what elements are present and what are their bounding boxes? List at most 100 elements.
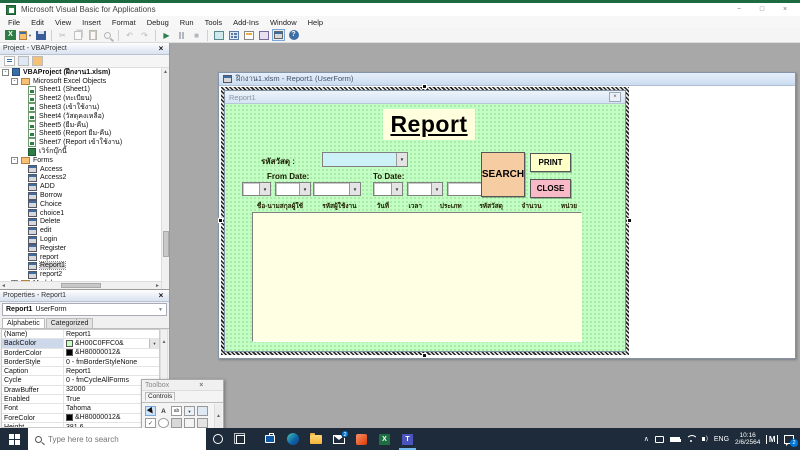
chevron-down-icon[interactable]: ▼	[431, 183, 442, 195]
close-form-button[interactable]: CLOSE	[530, 179, 571, 198]
scroll-up-icon[interactable]: ▲	[162, 339, 167, 345]
collapse-icon[interactable]: -	[2, 69, 9, 76]
to-month-combobox[interactable]: ▼	[407, 182, 443, 196]
scrollbar-thumb[interactable]	[163, 231, 169, 257]
userform-report1[interactable]: Report1 × Report รหัสวัสดุ : ▼	[224, 90, 626, 352]
toggle-folders-button[interactable]	[32, 56, 43, 66]
combobox-tool[interactable]: ▼	[184, 406, 195, 416]
resize-handle-right[interactable]	[627, 218, 632, 223]
menu-format[interactable]: Format	[112, 18, 136, 27]
mail-button[interactable]: 2	[327, 428, 350, 450]
tray-network-button[interactable]	[686, 435, 696, 443]
tree-item-edit[interactable]: edit	[0, 226, 161, 235]
tree-item-access[interactable]: Access	[0, 165, 161, 174]
close-icon[interactable]: ×	[609, 92, 621, 102]
select-pointer-tool[interactable]	[145, 406, 156, 416]
tree-item-thisworkbook[interactable]: เวิร์กบุ๊กนี้	[0, 147, 161, 156]
close-button[interactable]: ×	[776, 4, 794, 15]
menu-file[interactable]: File	[8, 18, 20, 27]
insert-userform-button[interactable]: ▼	[19, 29, 32, 41]
view-excel-button[interactable]	[4, 29, 17, 41]
tree-item-register[interactable]: Register	[0, 244, 161, 253]
chevron-down-icon[interactable]: ▼	[259, 183, 270, 195]
tab-alphabetic[interactable]: Alphabetic	[2, 318, 45, 328]
help-button[interactable]: ?	[287, 29, 300, 41]
cut-button[interactable]: ✂	[56, 29, 69, 41]
property-row-drawbuffer[interactable]: DrawBuffer32000	[2, 386, 159, 395]
minimize-button[interactable]: −	[730, 4, 748, 15]
scroll-up-icon[interactable]: ▲	[163, 68, 168, 76]
menu-view[interactable]: View	[55, 18, 71, 27]
property-row-name[interactable]: (Name)Report1	[2, 330, 159, 339]
office-button[interactable]	[350, 428, 373, 450]
property-row-backcolor[interactable]: BackColor&H00C0FFC0&▼	[2, 339, 159, 348]
optionbutton-tool[interactable]	[158, 418, 169, 428]
menu-edit[interactable]: Edit	[31, 18, 44, 27]
property-row-forecolor[interactable]: ForeColor&H80000012&	[2, 414, 159, 423]
taskbar-search-box[interactable]	[28, 428, 206, 450]
results-listbox[interactable]	[252, 212, 582, 342]
tree-item-choice1[interactable]: choice1	[0, 209, 161, 218]
toolbox-controls-tab[interactable]: Controls	[142, 391, 223, 403]
property-row-font[interactable]: FontTahoma	[2, 404, 159, 413]
togglebutton-tool[interactable]	[171, 418, 182, 428]
break-button[interactable]	[175, 29, 188, 41]
properties-window-button[interactable]	[242, 29, 255, 41]
menu-addins[interactable]: Add-Ins	[233, 18, 259, 27]
print-button[interactable]: PRINT	[530, 153, 571, 172]
paste-button[interactable]	[86, 29, 99, 41]
tree-item-sheet7[interactable]: Sheet7 (Report เข้าใช้งาน)	[0, 138, 161, 147]
tray-volume-button[interactable]: )	[702, 436, 708, 442]
task-view-button[interactable]	[229, 428, 252, 450]
tree-item-report[interactable]: report	[0, 253, 161, 262]
object-browser-button[interactable]	[257, 29, 270, 41]
undo-button[interactable]: ↶	[123, 29, 136, 41]
tree-item-add[interactable]: ADD	[0, 182, 161, 191]
microsoft-store-button[interactable]	[258, 428, 281, 450]
chevron-down-icon[interactable]: ▼	[299, 183, 310, 195]
tree-group-forms[interactable]: - Forms	[0, 156, 161, 165]
copy-button[interactable]	[71, 29, 84, 41]
save-button[interactable]	[34, 29, 47, 41]
tree-item-access2[interactable]: Access2	[0, 174, 161, 183]
action-center-button[interactable]: 2	[784, 435, 794, 444]
tray-m-app-icon[interactable]: M	[766, 435, 778, 444]
close-icon[interactable]: ×	[183, 382, 221, 389]
userform-selection-frame[interactable]: Report1 × Report รหัสวัสดุ : ▼	[221, 87, 629, 355]
tab-categorized[interactable]: Categorized	[46, 318, 94, 328]
tree-item-vbaproject[interactable]: - VBAProject (ฝึกงาน1.xlsm)	[0, 68, 161, 77]
property-row-caption[interactable]: CaptionReport1	[2, 367, 159, 376]
resize-handle-left[interactable]	[218, 218, 223, 223]
from-year-combobox[interactable]: ▼	[313, 182, 361, 196]
property-row-enabled[interactable]: EnabledTrue	[2, 395, 159, 404]
tree-item-choice[interactable]: Choice	[0, 200, 161, 209]
menu-run[interactable]: Run	[180, 18, 194, 27]
label-tool[interactable]: A	[158, 406, 169, 416]
menu-insert[interactable]: Insert	[82, 18, 101, 27]
close-icon[interactable]: ×	[156, 44, 166, 53]
tree-item-borrow[interactable]: Borrow	[0, 191, 161, 200]
scroll-up-icon[interactable]: ▲	[216, 413, 221, 419]
view-object-button[interactable]	[18, 56, 29, 66]
menu-debug[interactable]: Debug	[147, 18, 169, 27]
resize-handle-top[interactable]	[422, 84, 427, 89]
file-explorer-button[interactable]	[304, 428, 327, 450]
commandbutton-tool[interactable]	[197, 418, 208, 428]
property-row-bordercolor[interactable]: BorderColor&H80000012&	[2, 349, 159, 358]
close-icon[interactable]: ×	[156, 291, 166, 300]
menu-window[interactable]: Window	[270, 18, 297, 27]
object-selector-combobox[interactable]: Report1 UserForm ▼	[2, 303, 167, 316]
collapse-icon[interactable]: -	[11, 78, 18, 85]
toolbox-button[interactable]	[272, 29, 285, 41]
to-day-combobox[interactable]: ▼	[373, 182, 403, 196]
teams-button[interactable]: T	[396, 428, 419, 450]
property-row-cycle[interactable]: Cycle0 - fmCycleAllForms	[2, 376, 159, 385]
chevron-down-icon[interactable]: ▼	[349, 183, 360, 195]
project-tree-horizontal-scrollbar[interactable]: ◄ ►	[0, 281, 161, 289]
language-indicator[interactable]: ENG	[714, 436, 729, 443]
design-mode-button[interactable]	[212, 29, 225, 41]
reset-button[interactable]: ■	[190, 29, 203, 41]
chevron-down-icon[interactable]: ▼	[391, 183, 402, 195]
tree-item-delete[interactable]: Delete	[0, 218, 161, 227]
tree-group-excel-objects[interactable]: - Microsoft Excel Objects	[0, 77, 161, 86]
